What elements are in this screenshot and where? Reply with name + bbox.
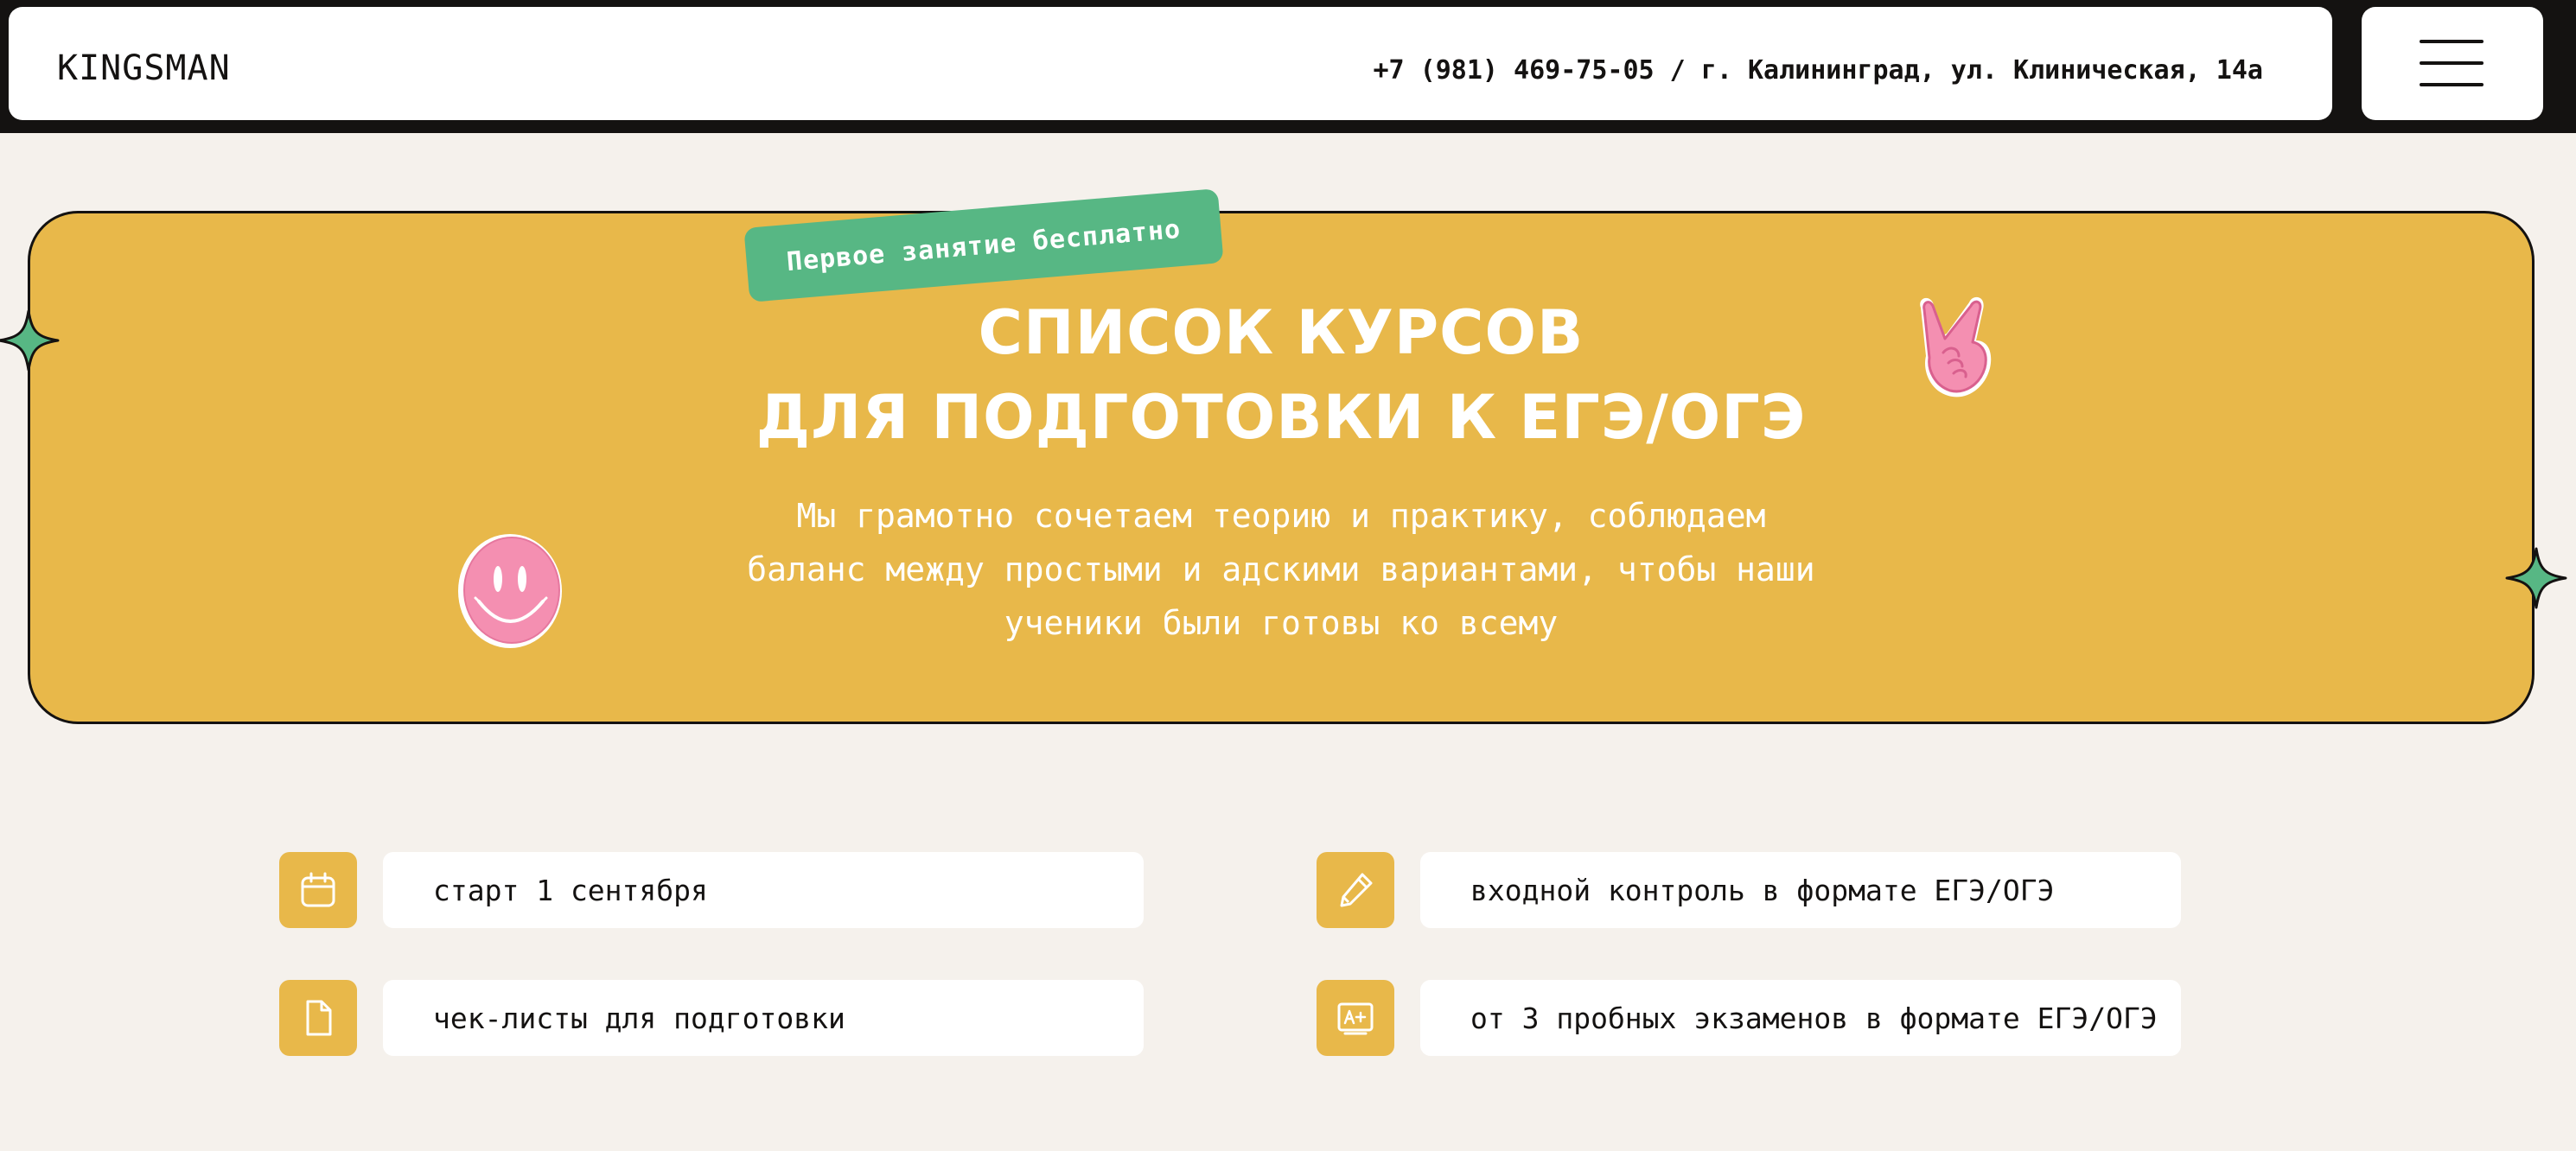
calendar-icon — [301, 872, 335, 907]
description-line: Мы грамотно сочетаем теорию и практику, … — [796, 497, 1766, 535]
title-line: СПИСОК КУРСОВ — [978, 297, 1584, 368]
menu-button[interactable] — [2362, 7, 2543, 120]
exam-grade-icon — [1337, 1002, 1374, 1035]
feature-card: входной контроль в формате ЕГЭ/ОГЭ — [1420, 852, 2181, 928]
smiley-sticker-icon — [458, 534, 562, 648]
header: KINGSMAN +7 (981) 469-75-05 / г. Калинин… — [0, 0, 2576, 133]
feature-card: от 3 пробных экзаменов в формате ЕГЭ/ОГЭ — [1420, 980, 2181, 1056]
feature-card: чек-листы для подготовки — [383, 980, 1144, 1056]
title-line: ДЛЯ ПОДГОТОВКИ К ЕГЭ/ОГЭ — [756, 382, 1807, 453]
document-icon — [306, 1000, 332, 1036]
sparkle-icon — [2505, 547, 2567, 609]
description-line: ученики были готовы ко всему — [1004, 604, 1559, 642]
feature-icon-box — [1317, 980, 1394, 1056]
contact-info[interactable]: +7 (981) 469-75-05 / г. Калининград, ул.… — [1373, 55, 2263, 86]
hero-description: Мы грамотно сочетаем теорию и практику, … — [674, 489, 1888, 650]
pencil-icon — [1340, 873, 1373, 907]
feature-icon-box — [279, 852, 357, 928]
feature-card: старт 1 сентября — [383, 852, 1144, 928]
logo[interactable]: KINGSMAN — [57, 48, 231, 88]
page-title: СПИСОК КУРСОВ ДЛЯ ПОДГОТОВКИ К ЕГЭ/ОГЭ — [0, 290, 2562, 460]
feature-icon-box — [279, 980, 357, 1056]
description-line: баланс между простыми и адскими варианта… — [747, 550, 1815, 588]
feature-icon-box — [1317, 852, 1394, 928]
header-bar: KINGSMAN +7 (981) 469-75-05 / г. Калинин… — [9, 7, 2332, 120]
rock-hand-sticker-icon — [1920, 296, 1992, 397]
